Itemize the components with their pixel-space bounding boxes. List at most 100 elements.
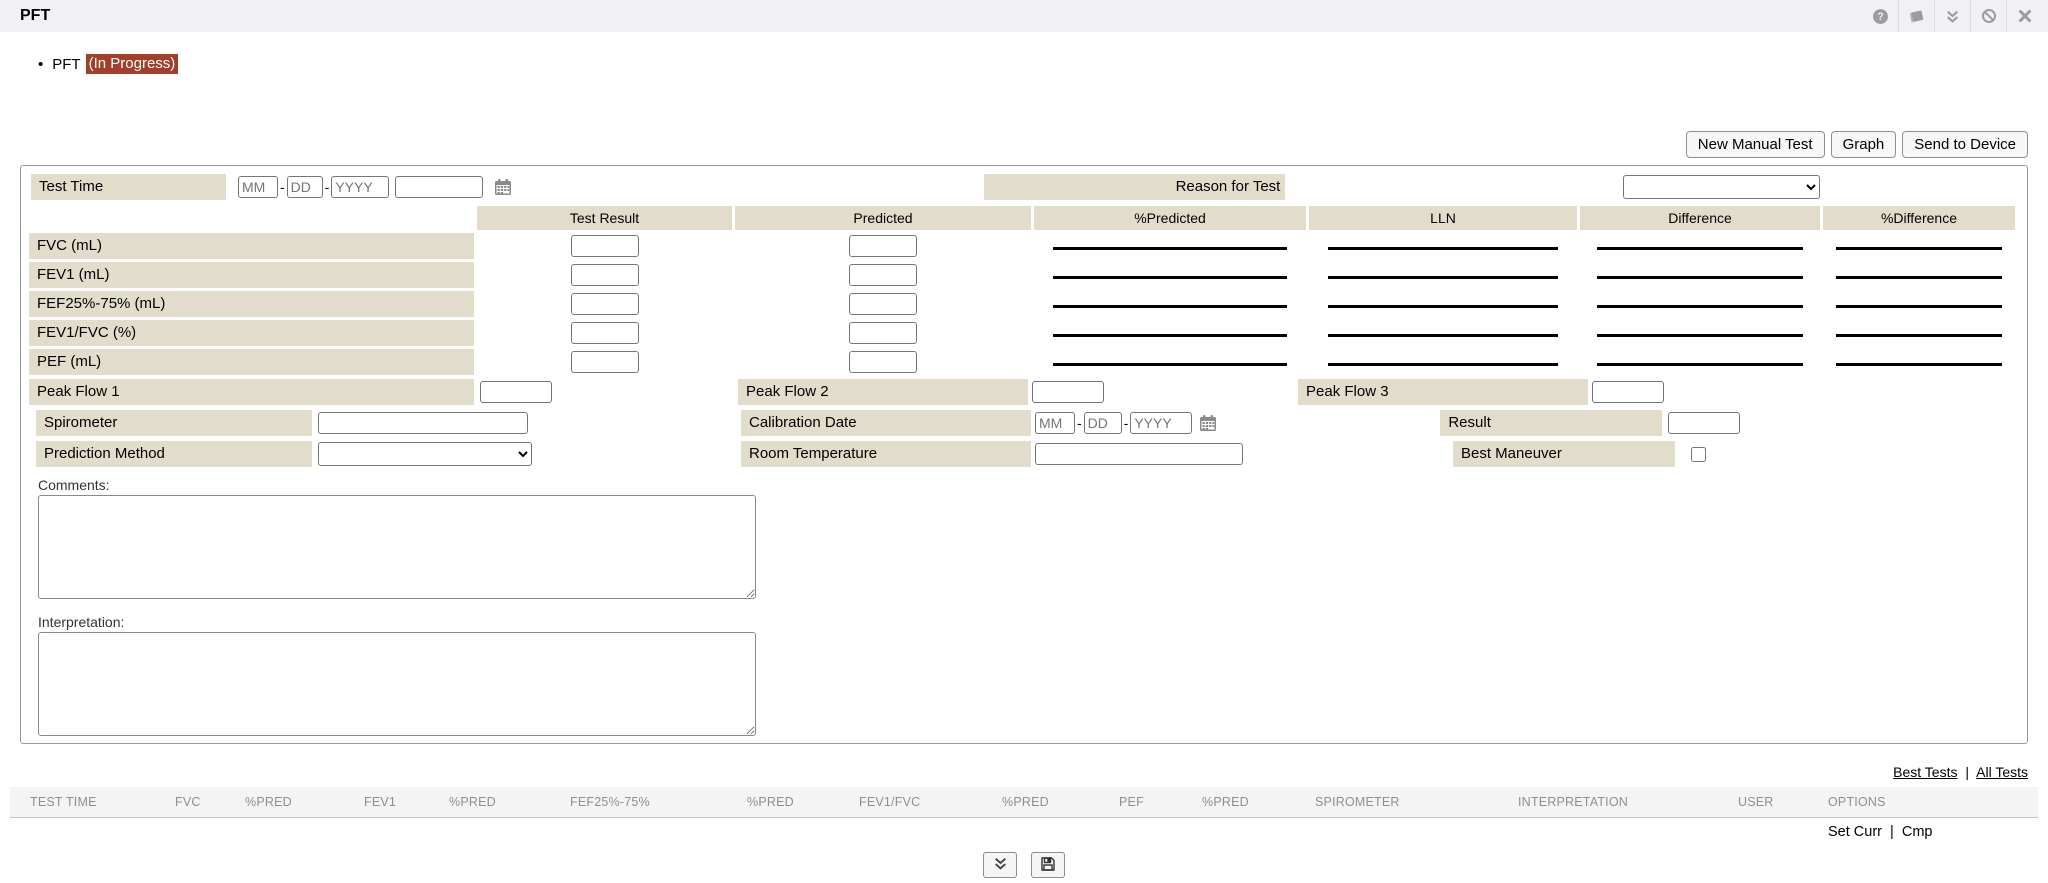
interpretation-label: Interpretation: <box>38 614 2019 630</box>
fev1fvc-test-result-input[interactable] <box>571 322 639 344</box>
fev1fvc-predicted-input[interactable] <box>849 322 917 344</box>
no-entry-icon[interactable] <box>1970 0 2006 32</box>
row-label-pef: PEF (mL) <box>29 349 474 375</box>
fvc-predicted-cell <box>735 233 1031 259</box>
calibration-date-label: Calibration Date <box>741 410 1031 436</box>
fev1fvc-pct-predicted-value <box>1034 320 1306 346</box>
row-options-cell: Set Curr | Cmp <box>1828 824 2038 840</box>
all-tests-link[interactable]: All Tests <box>1976 764 2028 780</box>
col-predicted: Predicted <box>735 206 1031 230</box>
date-separator: - <box>325 179 330 195</box>
fvc-pct-difference-value <box>1823 233 2015 259</box>
comments-textarea[interactable] <box>38 495 756 599</box>
fef-pct-predicted-value <box>1034 291 1306 317</box>
fev1fvc-lln-value <box>1309 320 1577 346</box>
test-time-day-input[interactable] <box>287 176 323 198</box>
send-to-device-button[interactable]: Send to Device <box>1902 131 2028 158</box>
double-chevron-down-icon <box>993 856 1008 874</box>
th-interpretation: INTERPRETATION <box>1518 795 1738 809</box>
th-fvc-pct-pred: %PRED <box>245 795 364 809</box>
th-user: USER <box>1738 795 1828 809</box>
peak-flow-2-input[interactable] <box>1032 381 1104 403</box>
page-title: PFT <box>20 7 50 25</box>
spirometer-input[interactable] <box>318 412 528 434</box>
calendar-icon[interactable] <box>493 177 513 197</box>
date-separator: - <box>1077 415 1082 431</box>
expand-button[interactable] <box>983 852 1017 878</box>
th-fvc: FVC <box>175 795 245 809</box>
fev1-lln-value <box>1309 262 1577 288</box>
fef-predicted-input[interactable] <box>849 293 917 315</box>
fev1-predicted-input[interactable] <box>849 264 917 286</box>
fvc-predicted-input[interactable] <box>849 235 917 257</box>
help-icon[interactable]: ? <box>1862 0 1898 32</box>
spirometer-label: Spirometer <box>36 410 312 436</box>
fvc-pct-predicted-value <box>1034 233 1306 259</box>
col-difference: Difference <box>1580 206 1820 230</box>
double-chevron-down-icon[interactable] <box>1934 0 1970 32</box>
save-button[interactable] <box>1031 852 1065 878</box>
new-manual-test-button[interactable]: New Manual Test <box>1686 131 1825 158</box>
cmp-link[interactable]: Cmp <box>1902 824 1933 840</box>
fvc-difference-value <box>1580 233 1820 259</box>
fev1-test-result-input[interactable] <box>571 264 639 286</box>
encounter-list-item[interactable]: PFT (In Progress) <box>38 54 2048 74</box>
fev1-difference-value <box>1580 262 1820 288</box>
test-time-row: Test Time - - Reason for Test <box>29 174 2019 200</box>
fev1fvc-predicted-cell <box>735 320 1031 346</box>
tests-table-header: TEST TIME FVC %PRED FEV1 %PRED FEF25%-75… <box>10 787 2038 818</box>
calibration-year-input[interactable] <box>1130 412 1192 434</box>
calibration-month-input[interactable] <box>1035 412 1075 434</box>
best-maneuver-checkbox[interactable] <box>1691 447 1706 462</box>
row-label-fev1: FEV1 (mL) <box>29 262 474 288</box>
fef-test-result-input[interactable] <box>571 293 639 315</box>
close-icon[interactable] <box>2006 0 2042 32</box>
col-test-result: Test Result <box>477 206 732 230</box>
documentation-icon[interactable] <box>1898 0 1934 32</box>
fev1-pct-predicted-value <box>1034 262 1306 288</box>
date-separator: - <box>1124 415 1129 431</box>
room-temperature-input[interactable] <box>1035 443 1243 465</box>
prediction-method-select[interactable] <box>318 442 532 466</box>
link-separator: | <box>1890 824 1894 840</box>
bullet-icon <box>38 56 52 73</box>
room-temperature-label: Room Temperature <box>741 441 1031 467</box>
result-input[interactable] <box>1668 412 1740 434</box>
set-curr-link[interactable]: Set Curr <box>1828 824 1882 840</box>
titlebar-icons: ? <box>1862 0 2042 32</box>
peak-flow-row: Peak Flow 1 Peak Flow 2 Peak Flow 3 <box>29 378 2019 405</box>
test-time-time-input[interactable] <box>395 176 483 198</box>
peak-flow-1-input[interactable] <box>480 381 552 403</box>
pef-predicted-input[interactable] <box>849 351 917 373</box>
fvc-test-result-cell <box>477 233 732 259</box>
th-test-time: TEST TIME <box>30 795 175 809</box>
fvc-lln-value <box>1309 233 1577 259</box>
encounter-name: PFT <box>52 56 80 73</box>
tests-filter-links: Best Tests | All Tests <box>0 764 2028 780</box>
graph-button[interactable]: Graph <box>1831 131 1897 158</box>
pef-test-result-input[interactable] <box>571 351 639 373</box>
fev1fvc-test-result-cell <box>477 320 732 346</box>
peak-flow-3-label: Peak Flow 3 <box>1298 379 1588 405</box>
best-tests-link[interactable]: Best Tests <box>1893 764 1957 780</box>
reason-for-test-select[interactable] <box>1623 175 1820 199</box>
pef-predicted-cell <box>735 349 1031 375</box>
prediction-method-label: Prediction Method <box>36 441 312 467</box>
interpretation-textarea[interactable] <box>38 632 756 736</box>
calendar-icon[interactable] <box>1198 413 1218 433</box>
bottom-action-bar <box>0 852 2048 878</box>
svg-text:?: ? <box>1877 11 1883 23</box>
status-badge: (In Progress) <box>86 54 179 74</box>
fev1-test-result-cell <box>477 262 732 288</box>
fev1fvc-difference-value <box>1580 320 1820 346</box>
tests-table-row: Set Curr | Cmp <box>10 818 2038 846</box>
th-fef25-75: FEF25%-75% <box>570 795 747 809</box>
th-spirometer: SPIROMETER <box>1315 795 1518 809</box>
peak-flow-3-input[interactable] <box>1592 381 1664 403</box>
test-time-year-input[interactable] <box>331 176 389 198</box>
pft-form-panel: Test Time - - Reason for Test Test Resul… <box>20 165 2028 744</box>
test-time-month-input[interactable] <box>238 176 278 198</box>
calibration-day-input[interactable] <box>1084 412 1122 434</box>
fvc-test-result-input[interactable] <box>571 235 639 257</box>
col-pct-difference: %Difference <box>1823 206 2015 230</box>
